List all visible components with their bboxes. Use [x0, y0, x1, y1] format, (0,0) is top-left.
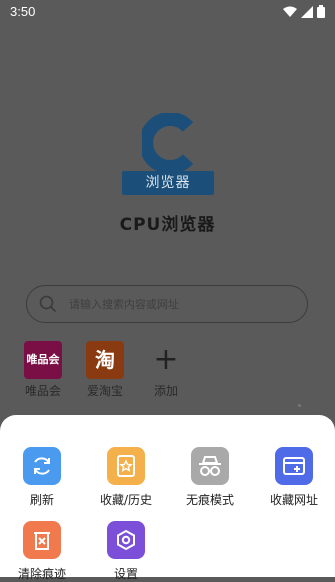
incognito-icon [191, 447, 229, 485]
status-bar: 3:50 [0, 0, 335, 24]
menu-bookmark-url[interactable]: 收藏网址 [254, 447, 334, 508]
shortcut-label: 唯品会 [24, 384, 61, 398]
menu-refresh[interactable]: 刷新 [2, 447, 82, 508]
search-bar[interactable]: 请输入搜索内容或网址 [26, 285, 308, 323]
menu-favorites-history[interactable]: 收藏/历史 [86, 447, 166, 508]
bookmark-add-icon [275, 447, 313, 485]
menu-label: 收藏/历史 [99, 493, 153, 507]
app-name: CPU浏览器 [119, 215, 216, 235]
taobao-tile-icon: 淘 [86, 341, 124, 379]
menu-label: 刷新 [29, 493, 54, 507]
wifi-icon [283, 6, 297, 17]
vip-tile-icon: 唯品会 [24, 341, 62, 379]
status-time: 3:50 [10, 4, 36, 19]
app-logo: 浏览器 [118, 113, 218, 203]
menu-clear-traces[interactable]: 清除痕迹 [2, 521, 82, 582]
menu-settings[interactable]: 设置 [86, 521, 166, 582]
star-document-icon [107, 447, 145, 485]
search-placeholder: 请输入搜索内容或网址 [69, 298, 179, 311]
shortcut-label: 添加 [153, 384, 178, 398]
refresh-icon [23, 447, 61, 485]
menu-label: 清除痕迹 [17, 567, 66, 581]
c-logo-icon [142, 113, 194, 173]
search-icon [39, 295, 57, 313]
dot-indicator [298, 404, 301, 407]
battery-icon [317, 5, 325, 18]
bottom-menu-sheet: 刷新 收藏/历史 无痕模式 收藏网址 清除痕迹 设置 [0, 415, 335, 581]
plus-icon: + [153, 342, 179, 377]
menu-label: 设置 [113, 567, 138, 581]
shortcut-label: 爱淘宝 [86, 384, 123, 398]
shortcut-add[interactable]: + 添加 [141, 341, 191, 399]
shortcut-vip[interactable]: 唯品会 唯品会 [18, 341, 68, 399]
menu-incognito[interactable]: 无痕模式 [170, 447, 250, 508]
settings-icon [107, 521, 145, 559]
logo-tag: 浏览器 [122, 171, 214, 195]
menu-label: 收藏网址 [269, 493, 318, 507]
menu-label: 无痕模式 [185, 493, 234, 507]
signal-icon [301, 5, 313, 18]
status-icons [283, 5, 325, 18]
shortcut-taobao[interactable]: 淘 爱淘宝 [80, 341, 130, 399]
trash-icon [23, 521, 61, 559]
